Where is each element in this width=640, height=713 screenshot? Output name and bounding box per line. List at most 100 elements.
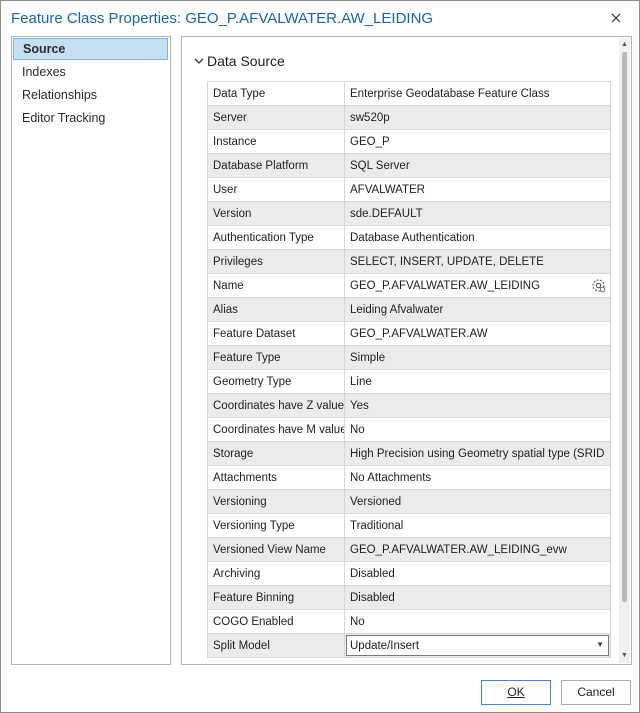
property-key: Data Type	[207, 81, 345, 106]
name-options-icon[interactable]	[591, 278, 606, 293]
sidebar-item-source[interactable]: Source	[13, 38, 168, 60]
table-row: Storage High Precision using Geometry spa…	[207, 441, 611, 466]
properties-dialog: Feature Class Properties: GEO_P.AFVALWAT…	[0, 0, 640, 713]
split-model-value: Update/Insert	[350, 640, 420, 652]
property-key: Database Platform	[207, 153, 345, 178]
property-key: Privileges	[207, 249, 345, 274]
property-value-text: sw520p	[350, 111, 390, 124]
scroll-thumb[interactable]	[622, 52, 627, 602]
table-row: Split Model Update/Insert ▼	[207, 633, 611, 658]
ok-button[interactable]: OK	[481, 680, 551, 705]
chevron-down-icon	[194, 52, 204, 68]
property-value: Line	[344, 369, 611, 394]
property-value: No	[344, 417, 611, 442]
scroll-up-icon[interactable]: ▲	[620, 40, 629, 50]
property-key: COGO Enabled	[207, 609, 345, 634]
property-key: Geometry Type	[207, 369, 345, 394]
property-value-text: Traditional	[350, 519, 404, 532]
property-value: AFVALWATER	[344, 177, 611, 202]
data-source-section-header[interactable]: Data Source	[194, 52, 285, 70]
property-value: GEO_P.AFVALWATER.AW_LEIDING_evw	[344, 537, 611, 562]
property-value-text: Line	[350, 375, 372, 388]
property-key: Attachments	[207, 465, 345, 490]
property-key: Feature Dataset	[207, 321, 345, 346]
sidebar-item-indexes[interactable]: Indexes	[13, 61, 168, 83]
close-icon	[611, 13, 621, 23]
property-value-text: Yes	[350, 399, 369, 412]
close-button[interactable]	[607, 9, 625, 27]
property-key: Name	[207, 273, 345, 298]
property-value: Simple	[344, 345, 611, 370]
sidebar-item-relationships[interactable]: Relationships	[13, 84, 168, 106]
property-value: Versioned	[344, 489, 611, 514]
property-value-text: High Precision using Geometry spatial ty…	[350, 447, 605, 460]
scroll-down-icon[interactable]: ▼	[620, 651, 629, 661]
sidebar: Source Indexes Relationships Editor Trac…	[11, 36, 171, 665]
table-row: Privileges SELECT, INSERT, UPDATE, DELETE	[207, 249, 611, 274]
table-row: COGO Enabled No	[207, 609, 611, 634]
property-value: Disabled	[344, 561, 611, 586]
property-value: Disabled	[344, 585, 611, 610]
property-key: Versioning Type	[207, 513, 345, 538]
property-value: sde.DEFAULT	[344, 201, 611, 226]
property-value-text: sde.DEFAULT	[350, 207, 423, 220]
property-value-text: No	[350, 423, 365, 436]
table-row: Authentication Type Database Authenticati…	[207, 225, 611, 250]
property-value-text: SQL Server	[350, 159, 410, 172]
split-model-dropdown[interactable]: Update/Insert ▼	[346, 635, 609, 656]
property-value: SELECT, INSERT, UPDATE, DELETE	[344, 249, 611, 274]
property-key: Authentication Type	[207, 225, 345, 250]
property-value: No Attachments	[344, 465, 611, 490]
property-value-text: Disabled	[350, 591, 395, 604]
table-row: Coordinates have Z value Yes	[207, 393, 611, 418]
property-key: Coordinates have M value	[207, 417, 345, 442]
table-row: Version sde.DEFAULT	[207, 201, 611, 226]
property-key: Split Model	[207, 633, 345, 658]
property-value: No	[344, 609, 611, 634]
title-bar: Feature Class Properties: GEO_P.AFVALWAT…	[1, 1, 639, 37]
property-value: Yes	[344, 393, 611, 418]
property-key: Archiving	[207, 561, 345, 586]
cancel-button[interactable]: Cancel	[561, 680, 631, 705]
property-value-text: SELECT, INSERT, UPDATE, DELETE	[350, 255, 544, 268]
chevron-down-icon: ▼	[596, 640, 604, 649]
property-value: Traditional	[344, 513, 611, 538]
table-row: Versioning Type Traditional	[207, 513, 611, 538]
property-value-text: GEO_P.AFVALWATER.AW_LEIDING	[350, 279, 541, 292]
property-key: Instance	[207, 129, 345, 154]
property-value-text: GEO_P.AFVALWATER.AW	[350, 327, 488, 340]
property-value-text: Simple	[350, 351, 386, 364]
sidebar-item-editor-tracking[interactable]: Editor Tracking	[13, 107, 168, 129]
property-key: Server	[207, 105, 345, 130]
table-row: User AFVALWATER	[207, 177, 611, 202]
property-value: sw520p	[344, 105, 611, 130]
property-value: Leiding Afvalwater	[344, 297, 611, 322]
property-key: Coordinates have Z value	[207, 393, 345, 418]
property-value-text: GEO_P	[350, 135, 390, 148]
property-key: Alias	[207, 297, 345, 322]
property-key: User	[207, 177, 345, 202]
property-value-text: Enterprise Geodatabase Feature Class	[350, 87, 550, 100]
property-value-text: GEO_P.AFVALWATER.AW_LEIDING_evw	[350, 543, 567, 556]
table-row: Versioning Versioned	[207, 489, 611, 514]
property-value: GEO_P	[344, 129, 611, 154]
table-row: Coordinates have M value No	[207, 417, 611, 442]
content-panel: Data Source Data Type Enterprise Geodatab…	[181, 36, 632, 665]
property-key: Versioned View Name	[207, 537, 345, 562]
dialog-title: Feature Class Properties: GEO_P.AFVALWAT…	[11, 10, 434, 27]
property-value-text: No Attachments	[350, 471, 432, 484]
property-value: GEO_P.AFVALWATER.AW_LEIDING	[344, 273, 611, 298]
table-row: Versioned View Name GEO_P.AFVALWATER.AW_L…	[207, 537, 611, 562]
table-row: Data Type Enterprise Geodatabase Feature …	[207, 81, 611, 106]
table-row: Database Platform SQL Server	[207, 153, 611, 178]
vertical-scrollbar[interactable]: ▲ ▼	[619, 38, 630, 663]
section-title: Data Source	[207, 53, 285, 69]
property-value: GEO_P.AFVALWATER.AW	[344, 321, 611, 346]
table-row: Feature Type Simple	[207, 345, 611, 370]
table-row: Archiving Disabled	[207, 561, 611, 586]
property-key: Feature Binning	[207, 585, 345, 610]
property-key: Versioning	[207, 489, 345, 514]
property-value: SQL Server	[344, 153, 611, 178]
property-key: Storage	[207, 441, 345, 466]
property-value-text: Leiding Afvalwater	[350, 303, 444, 316]
